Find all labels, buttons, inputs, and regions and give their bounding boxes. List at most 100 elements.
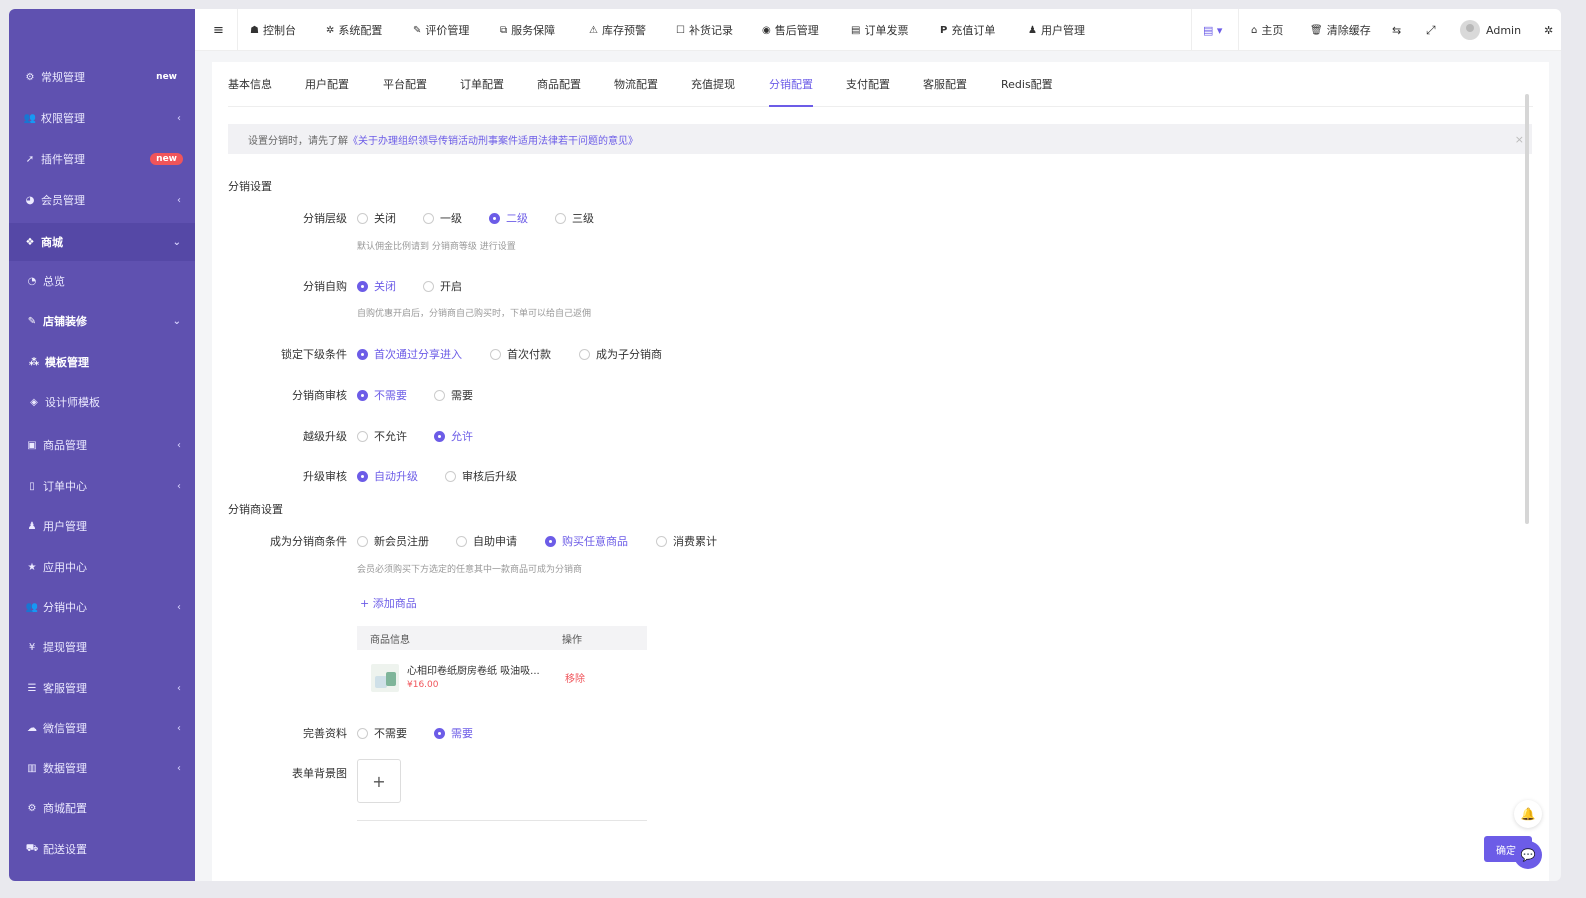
field-label: 锁定下级条件	[281, 348, 347, 361]
sidebar-item-general[interactable]: ⚙ 常规管理 new	[9, 59, 195, 95]
fullscreen-icon[interactable]: ⤢	[1426, 9, 1436, 51]
nav-invoice[interactable]: ▤ 订单发票	[851, 9, 908, 51]
sidebar-item-label: 权限管理	[41, 112, 85, 125]
new-badge: new	[150, 153, 183, 165]
clear-cache-button[interactable]: 🗑 清除缓存	[1310, 9, 1371, 51]
radio-label: 需要	[451, 389, 473, 402]
tab-platform[interactable]: 平台配置	[383, 62, 427, 107]
paypal-icon: P	[940, 24, 948, 36]
radio-lock-first-pay[interactable]: 首次付款	[490, 346, 551, 362]
nav-system-config[interactable]: ✲ 系统配置	[326, 9, 382, 51]
app-window: ⚙ 常规管理 new 👥 权限管理 ‹ ➚ 插件管理 new ◕ 会员管理 ‹ …	[9, 9, 1561, 881]
radio-complete-no[interactable]: 不需要	[357, 725, 407, 741]
radio-complete-yes[interactable]: 需要	[434, 725, 473, 741]
sidebar-item-label: 提现管理	[43, 641, 87, 654]
tab-payment[interactable]: 支付配置	[846, 62, 890, 107]
close-icon[interactable]: ×	[1515, 133, 1524, 146]
radio-dot	[579, 348, 590, 360]
list-dropdown[interactable]: ▤ ▾	[1203, 9, 1222, 51]
tab-basic[interactable]: 基本信息	[228, 62, 272, 107]
sidebar-item-mall[interactable]: ❖ 商城 ⌄	[9, 223, 195, 261]
radio-label: 二级	[506, 212, 528, 225]
nav-recharge[interactable]: P 充值订单	[940, 9, 995, 51]
radio-label: 允许	[451, 430, 473, 443]
nav-dashboard[interactable]: ☗ 控制台	[250, 9, 296, 51]
nav-after-sales[interactable]: ◉ 售后管理	[762, 9, 819, 51]
sidebar-item-delivery[interactable]: ⛟ 配送设置	[9, 831, 195, 867]
radio-become-apply[interactable]: 自助申请	[456, 533, 517, 549]
nav-service[interactable]: ⧉ 服务保障	[500, 9, 555, 51]
settings-icon[interactable]: ✲	[1544, 9, 1553, 51]
sidebar-item-decoration[interactable]: ✎ 店铺装修 ⌄	[9, 303, 195, 339]
sidebar-item-customer-service[interactable]: ☰ 客服管理 ‹	[9, 670, 195, 706]
bell-icon[interactable]: 🔔	[1514, 800, 1542, 828]
tab-recharge[interactable]: 充值提现	[691, 62, 735, 107]
add-product-link[interactable]: + 添加商品	[360, 595, 417, 611]
scrollbar[interactable]	[1525, 94, 1529, 524]
avatar	[1460, 20, 1480, 40]
radio-lock-sub[interactable]: 成为子分销商	[579, 346, 662, 362]
help-text: 会员必须购买下方选定的任意其中一款商品可成为分销商	[357, 565, 583, 575]
radio-audit-yes[interactable]: 需要	[434, 387, 473, 403]
remove-button[interactable]: 移除	[565, 670, 585, 685]
radio-audit-no[interactable]: 不需要	[357, 387, 407, 403]
radio-level-off[interactable]: 关闭	[357, 210, 396, 226]
radio-become-buy[interactable]: 购买任意商品	[545, 533, 628, 549]
tab-redis[interactable]: Redis配置	[1001, 62, 1053, 107]
chat-icon[interactable]: 💬	[1514, 841, 1542, 869]
pie-chart-icon: ◔	[27, 275, 37, 287]
nav-label: 补货记录	[688, 24, 733, 37]
radio-skip-no[interactable]: 不允许	[357, 428, 407, 444]
radio-level-1[interactable]: 一级	[423, 210, 462, 226]
radio-label: 自动升级	[374, 470, 418, 483]
radio-label: 关闭	[374, 280, 396, 293]
image-upload-button[interactable]: +	[357, 759, 401, 803]
translate-icon[interactable]: ⇆	[1392, 9, 1401, 51]
notice-link[interactable]: 《关于办理组织领导传销活动刑事案件适用法律若干问题的意见》	[348, 132, 638, 147]
notice-banner: 设置分销时，请先了解 《关于办理组织领导传销活动刑事案件适用法律若干问题的意见》…	[228, 124, 1532, 154]
file-icon: ▯	[29, 480, 35, 492]
tab-user[interactable]: 用户配置	[305, 62, 349, 107]
radio-dot	[434, 430, 445, 442]
sidebar-item-label: 客服管理	[43, 682, 87, 695]
field-label: 分销层级	[303, 212, 347, 225]
sidebar-item-permissions[interactable]: 👥 权限管理 ‹	[9, 100, 195, 136]
tab-product[interactable]: 商品配置	[537, 62, 581, 107]
user-menu[interactable]: Admin	[1460, 9, 1521, 51]
radio-level-2[interactable]: 二级	[489, 210, 528, 226]
field-label: 完善资料	[303, 727, 347, 740]
nav-reviews[interactable]: ✎ 评价管理	[413, 9, 469, 51]
radio-dot	[656, 535, 667, 547]
dropbox-icon: ❖	[25, 236, 35, 248]
radio-become-spend[interactable]: 消费累计	[656, 533, 717, 549]
tab-logistics[interactable]: 物流配置	[614, 62, 658, 107]
nav-restock[interactable]: ☐ 补货记录	[676, 9, 733, 51]
radio-upgrade-auto[interactable]: 自动升级	[357, 468, 418, 484]
nav-users[interactable]: ♟ 用户管理	[1028, 9, 1085, 51]
menu-toggle-icon[interactable]: ≡	[213, 9, 224, 51]
radio-selfbuy-off[interactable]: 关闭	[357, 278, 396, 294]
radio-dot	[357, 280, 368, 292]
field-label: 成为分销商条件	[270, 535, 347, 548]
radio-lock-share[interactable]: 首次通过分享进入	[357, 346, 462, 362]
radio-level-3[interactable]: 三级	[555, 210, 594, 226]
radio-upgrade-audit[interactable]: 审核后升级	[445, 468, 517, 484]
radio-dot	[489, 212, 500, 224]
sidebar-item-withdraw[interactable]: ¥ 提现管理	[9, 629, 195, 665]
tab-distribution[interactable]: 分销配置	[769, 62, 813, 107]
sidebar-item-distribution[interactable]: 👥 分销中心 ‹	[9, 589, 195, 625]
tab-order[interactable]: 订单配置	[460, 62, 504, 107]
home-link[interactable]: ⌂ 主页	[1251, 9, 1283, 51]
field-label: 分销商审核	[292, 389, 347, 402]
nav-stock-alert[interactable]: ⚠ 库存预警	[589, 9, 646, 51]
radio-become-register[interactable]: 新会员注册	[357, 533, 429, 549]
sidebar-item-mall-config[interactable]: ⚙ 商城配置	[9, 790, 195, 826]
radio-dot	[357, 348, 368, 360]
radio-skip-yes[interactable]: 允许	[434, 428, 473, 444]
radio-selfbuy-on[interactable]: 开启	[423, 278, 462, 294]
tab-service[interactable]: 客服配置	[923, 62, 967, 107]
radio-dot	[434, 389, 445, 401]
sidebar-item-apps[interactable]: ★ 应用中心	[9, 549, 195, 585]
section-title: 分销商设置	[228, 503, 283, 516]
sidebar-item-plugins[interactable]: ➚ 插件管理 new	[9, 141, 195, 177]
